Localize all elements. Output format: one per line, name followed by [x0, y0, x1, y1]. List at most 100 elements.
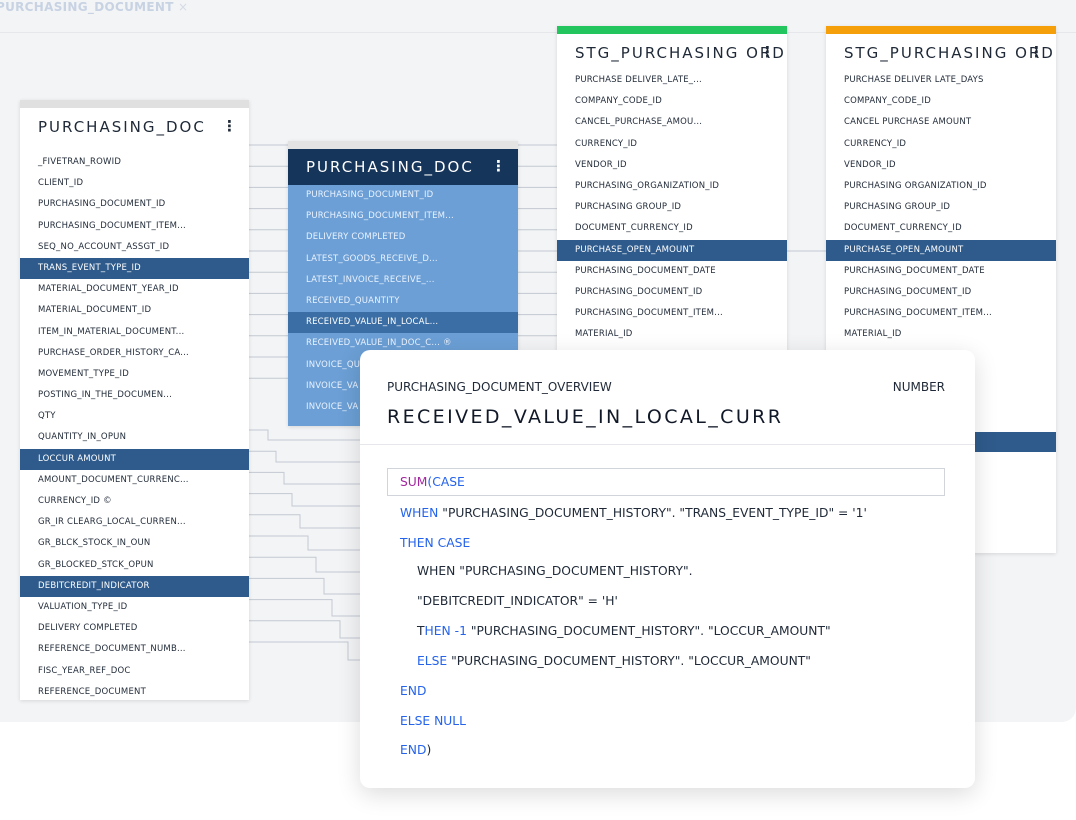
column-row-purchasing-document-item[interactable]: PURCHASING_DOCUMENT_ITEM... — [20, 216, 249, 237]
column-row-vendor-id[interactable]: VENDOR_ID — [557, 155, 787, 176]
column-row-purchase-deliver-late[interactable]: PURCHASE DELIVER_LATE_... — [557, 70, 787, 91]
column-row-posting-in-the-documen[interactable]: POSTING_IN_THE_DOCUMEN... — [20, 385, 249, 406]
column-row-purchasing-document-item[interactable]: PURCHASING_DOCUMENT_ITEM... — [288, 206, 518, 227]
code-line-8: END — [400, 684, 427, 698]
column-row-purchasing-document-item[interactable]: PURCHASING_DOCUMENT_ITEM... — [557, 303, 787, 324]
column-list: _FIVETRAN_ROWID CLIENT_ID PURCHASING_DOCUM… — [20, 148, 249, 703]
code-line-7: ELSE "PURCHASING_DOCUMENT_HISTORY". "LOC… — [417, 654, 811, 668]
table-card-stg-purchasing-ord-1[interactable]: STG_PURCHASING ORD ⋮ PURCHASE DELIVER_LA… — [557, 26, 787, 356]
column-row-currency-id[interactable]: CURRENCY_ID — [557, 134, 787, 155]
code-line-9: ELSE NULL — [400, 714, 467, 728]
column-row-company-code-id[interactable]: COMPANY_CODE_ID — [826, 91, 1056, 112]
column-row-loccur-amount[interactable]: LOCCUR AMOUNT — [20, 448, 249, 470]
card-title: PURCHASING_DOC — [306, 158, 474, 176]
column-row-amount-document-currenc[interactable]: AMOUNT_DOCUMENT_CURRENC... — [20, 470, 249, 491]
kebab-menu-icon[interactable]: ⋮ — [1029, 43, 1044, 61]
column-row-gr-blocked-stck-opun[interactable]: GR_BLOCKED_STCK_OPUN — [20, 555, 249, 576]
column-row-purchasing-group-id[interactable]: PURCHASING GROUP_ID — [826, 197, 1056, 218]
column-row-purchasing-group-id[interactable]: PURCHASING GROUP_ID — [557, 197, 787, 218]
card-title: PURCHASING_DOC — [38, 118, 206, 136]
kebab-menu-icon[interactable]: ⋮ — [491, 157, 506, 175]
column-detail-popup: PURCHASING_DOCUMENT_OVERVIEW NUMBER RECE… — [360, 350, 975, 788]
card-title: STG_PURCHASING ORD — [575, 44, 786, 62]
column-name-heading: RECEIVED_VALUE_IN_LOCAL_CURR — [387, 406, 784, 428]
column-row-purchasing-document-id[interactable]: PURCHASING_DOCUMENT_ID — [288, 185, 518, 206]
column-row-purchasing-document-date[interactable]: PURCHASING_DOCUMENT_DATE — [826, 261, 1056, 282]
connector-line — [249, 620, 360, 639]
column-row-received-quantity[interactable]: RECEIVED_QUANTITY — [288, 291, 518, 312]
card-header-bar — [288, 141, 518, 149]
source-table-name: PURCHASING_DOCUMENT_OVERVIEW — [387, 380, 612, 394]
card-header: STG_PURCHASING ORD ⋮ — [826, 34, 1056, 70]
column-row-valuation-type-id[interactable]: VALUATION_TYPE_ID — [20, 597, 249, 618]
column-row-fivetran-rowid[interactable]: _FIVETRAN_ROWID — [20, 152, 249, 173]
connector-line — [249, 577, 360, 595]
column-row-quantity-in-opun[interactable]: QUANTITY_IN_OPUN — [20, 427, 249, 448]
column-row-purchase-open-amount[interactable]: PURCHASE_OPEN_AMOUNT — [557, 239, 787, 261]
connector-line — [249, 471, 360, 485]
code-line-1: SUM(CASE — [400, 475, 465, 489]
column-row-qty[interactable]: QTY — [20, 406, 249, 427]
column-row-client-id[interactable]: CLIENT_ID — [20, 173, 249, 194]
connector-line — [249, 493, 360, 507]
column-row-fisc-year-ref-doc[interactable]: FISC_YEAR_REF_DOC — [20, 661, 249, 682]
column-row-delivery-completed[interactable]: DELIVERY COMPLETED — [20, 618, 249, 639]
kebab-menu-icon[interactable]: ⋮ — [222, 117, 237, 135]
column-row-purchase-open-amount[interactable]: PURCHASE_OPEN_AMOUNT — [826, 239, 1056, 261]
column-row-purchase-deliver-late-days[interactable]: PURCHASE DELIVER LATE_DAYS — [826, 70, 1056, 91]
card-header-bar — [20, 100, 249, 108]
card-header-bar — [557, 26, 787, 34]
code-line-highlight — [387, 468, 945, 496]
column-row-document-currency-id[interactable]: DOCUMENT_CURRENCY_ID — [557, 218, 787, 239]
column-row-gr-ir-clearg-local-curren[interactable]: GR_IR CLEARG_LOCAL_CURREN... — [20, 512, 249, 533]
column-list: PURCHASE DELIVER_LATE_... COMPANY_CODE_ID… — [557, 70, 787, 345]
column-row-reference-document-numb[interactable]: REFERENCE_DOCUMENT_NUMB... — [20, 639, 249, 660]
column-row-currency-id[interactable]: CURRENCY_ID — [826, 134, 1056, 155]
card-header: PURCHASING_DOC ⋮ — [288, 149, 518, 185]
column-row-purchasing-organization-id[interactable]: PURCHASING ORGANIZATION_ID — [826, 176, 1056, 197]
column-row-purchasing-document-item[interactable]: PURCHASING_DOCUMENT_ITEM... — [826, 303, 1056, 324]
column-row-purchasing-document-date[interactable]: PURCHASING_DOCUMENT_DATE — [557, 261, 787, 282]
column-row-latest-invoice-receive[interactable]: LATEST_INVOICE_RECEIVE_... — [288, 270, 518, 291]
column-row-movement-type-id[interactable]: MOVEMENT_TYPE_ID — [20, 364, 249, 385]
column-row-cancel-purchase-amou[interactable]: CANCEL_PURCHASE_AMOU... — [557, 112, 787, 133]
divider — [360, 444, 975, 445]
column-row-purchasing-document-id[interactable]: PURCHASING_DOCUMENT_ID — [557, 282, 787, 303]
column-row-purchasing-organization-id[interactable]: PURCHASING_ORGANIZATION_ID — [557, 176, 787, 197]
card-header-bar — [826, 26, 1056, 34]
column-row-currency-id[interactable]: CURRENCY_ID © — [20, 491, 249, 512]
column-row-cancel-purchase-amount[interactable]: CANCEL PURCHASE AMOUNT — [826, 112, 1056, 133]
column-row-item-in-material-document[interactable]: ITEM_IN_MATERIAL_DOCUMENT... — [20, 322, 249, 343]
connector-line — [249, 514, 360, 529]
column-row-document-currency-id[interactable]: DOCUMENT_CURRENCY_ID — [826, 218, 1056, 239]
column-row-material-document-year-id[interactable]: MATERIAL_DOCUMENT_YEAR_ID — [20, 279, 249, 300]
column-list: PURCHASE DELIVER LATE_DAYS COMPANY_CODE_I… — [826, 70, 1056, 345]
column-row-purchasing-document-id[interactable]: PURCHASING_DOCUMENT_ID — [826, 282, 1056, 303]
kebab-menu-icon[interactable]: ⋮ — [760, 43, 775, 61]
table-card-purchasing-doc[interactable]: PURCHASING_DOC ⋮ _FIVETRAN_ROWID CLIENT_I… — [20, 100, 249, 700]
column-row-gr-blck-stock-in-oun[interactable]: GR_BLCK_STOCK_IN_OUN — [20, 533, 249, 554]
connector-line — [249, 556, 360, 573]
code-line-4: WHEN "PURCHASING_DOCUMENT_HISTORY". — [417, 564, 693, 578]
column-row-purchasing-document-id[interactable]: PURCHASING_DOCUMENT_ID — [20, 194, 249, 215]
card-header: PURCHASING_DOC ⋮ — [20, 108, 249, 148]
connector-line — [249, 450, 360, 463]
column-row-purchase-order-history-ca[interactable]: PURCHASE_ORDER_HISTORY_CA... — [20, 343, 249, 364]
connector-line — [249, 599, 360, 617]
card-title: STG_PURCHASING ORD — [844, 44, 1055, 62]
column-row-material-id[interactable]: MATERIAL_ID — [557, 324, 787, 345]
column-row-company-code-id[interactable]: COMPANY_CODE_ID — [557, 91, 787, 112]
column-row-material-id[interactable]: MATERIAL_ID — [826, 324, 1056, 345]
column-row-received-value-in-local[interactable]: RECEIVED_VALUE_IN_LOCAL... — [288, 312, 518, 334]
card-header: STG_PURCHASING ORD ⋮ — [557, 34, 787, 70]
code-line-3: THEN CASE — [400, 536, 471, 550]
column-row-trans-event-type-id[interactable]: TRANS_EVENT_TYPE_ID — [20, 257, 249, 280]
column-row-latest-goods-receive-d[interactable]: LATEST_GOODS_RECEIVE_D... — [288, 249, 518, 270]
column-row-debitcredit-indicator[interactable]: DEBITCREDIT_INDICATOR — [20, 575, 249, 597]
column-row-delivery-completed[interactable]: DELIVERY COMPLETED — [288, 227, 518, 248]
column-row-vendor-id[interactable]: VENDOR_ID — [826, 155, 1056, 176]
code-line-5: "DEBITCREDIT_INDICATOR" = 'H' — [417, 594, 618, 608]
column-row-material-document-id[interactable]: MATERIAL_DOCUMENT_ID — [20, 300, 249, 321]
column-row-reference-document[interactable]: REFERENCE_DOCUMENT — [20, 682, 249, 703]
column-row-seq-no-account-assgt-id[interactable]: SEQ_NO_ACCOUNT_ASSGT_ID — [20, 237, 249, 258]
